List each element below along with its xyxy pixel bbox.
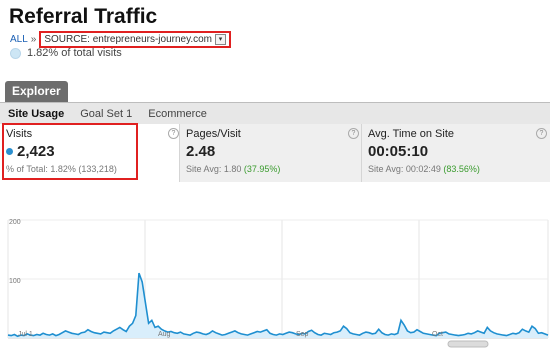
chart-x-tick-label: Jul 1 xyxy=(18,331,33,338)
tab-explorer[interactable]: Explorer xyxy=(5,81,68,102)
percent-of-total-text: 1.82% of total visits xyxy=(27,47,122,59)
breadcrumb: ALL » SOURCE: entrepreneurs-journey.com … xyxy=(10,31,232,48)
chart-area xyxy=(8,273,548,338)
chart-x-tick-label: Sep xyxy=(296,331,309,338)
breadcrumb-separator: » xyxy=(30,34,37,45)
percent-of-total: 1.82% of total visits xyxy=(10,47,122,59)
source-label: SOURCE: entrepreneurs-journey.com xyxy=(44,34,213,45)
chart-x-tick-label: Oct xyxy=(432,331,443,338)
source-dropdown[interactable]: SOURCE: entrepreneurs-journey.com ▾ xyxy=(39,31,232,48)
metric-time-sub-prefix: Site Avg: 00:02:49 xyxy=(368,164,444,174)
tab-ecommerce[interactable]: Ecommerce xyxy=(140,108,215,120)
metric-time-label: Avg. Time on Site xyxy=(368,128,455,140)
metric-pages-visit[interactable]: Pages/Visit 2.48 Site Avg: 1.80 (37.95%)… xyxy=(180,124,362,182)
visits-highlight-box xyxy=(2,123,138,180)
chart-y-tick-label: 100 xyxy=(9,278,21,285)
subnav: Site Usage Goal Set 1 Ecommerce xyxy=(0,102,550,125)
chart-y-tick-label: 200 xyxy=(9,219,21,226)
chevron-down-icon[interactable]: ▾ xyxy=(215,34,227,45)
metric-avg-time[interactable]: Avg. Time on Site 00:05:10 Site Avg: 00:… xyxy=(362,124,550,182)
metric-time-sub-value: (83.56%) xyxy=(443,164,480,174)
metric-pages-sub-value: (37.95%) xyxy=(243,164,281,174)
metric-pages-value: 2.48 xyxy=(186,143,216,160)
visits-chart: 200 100 Jul 1 Aug Sep Oct xyxy=(7,219,549,348)
metric-pages-sub-prefix: Site Avg: 1.80 xyxy=(186,164,244,174)
metric-time-sub: Site Avg: 00:02:49 (83.56%) xyxy=(368,164,544,174)
chart-scrollbar-handle[interactable] xyxy=(447,340,489,348)
tab-site-usage[interactable]: Site Usage xyxy=(0,108,72,120)
metric-pages-label: Pages/Visit xyxy=(186,128,241,140)
help-icon[interactable]: ? xyxy=(168,128,179,139)
page-title: Referral Traffic xyxy=(9,5,158,28)
help-icon[interactable]: ? xyxy=(536,128,547,139)
help-icon[interactable]: ? xyxy=(348,128,359,139)
tab-goal-set-1[interactable]: Goal Set 1 xyxy=(72,108,140,120)
pie-chart-icon xyxy=(10,47,21,59)
metric-time-value: 00:05:10 xyxy=(368,143,429,160)
breadcrumb-all-link[interactable]: ALL xyxy=(10,34,28,45)
metric-pages-sub: Site Avg: 1.80 (37.95%) xyxy=(186,164,355,174)
chart-x-tick-label: Aug xyxy=(158,331,171,338)
chart-series-line xyxy=(7,272,549,338)
